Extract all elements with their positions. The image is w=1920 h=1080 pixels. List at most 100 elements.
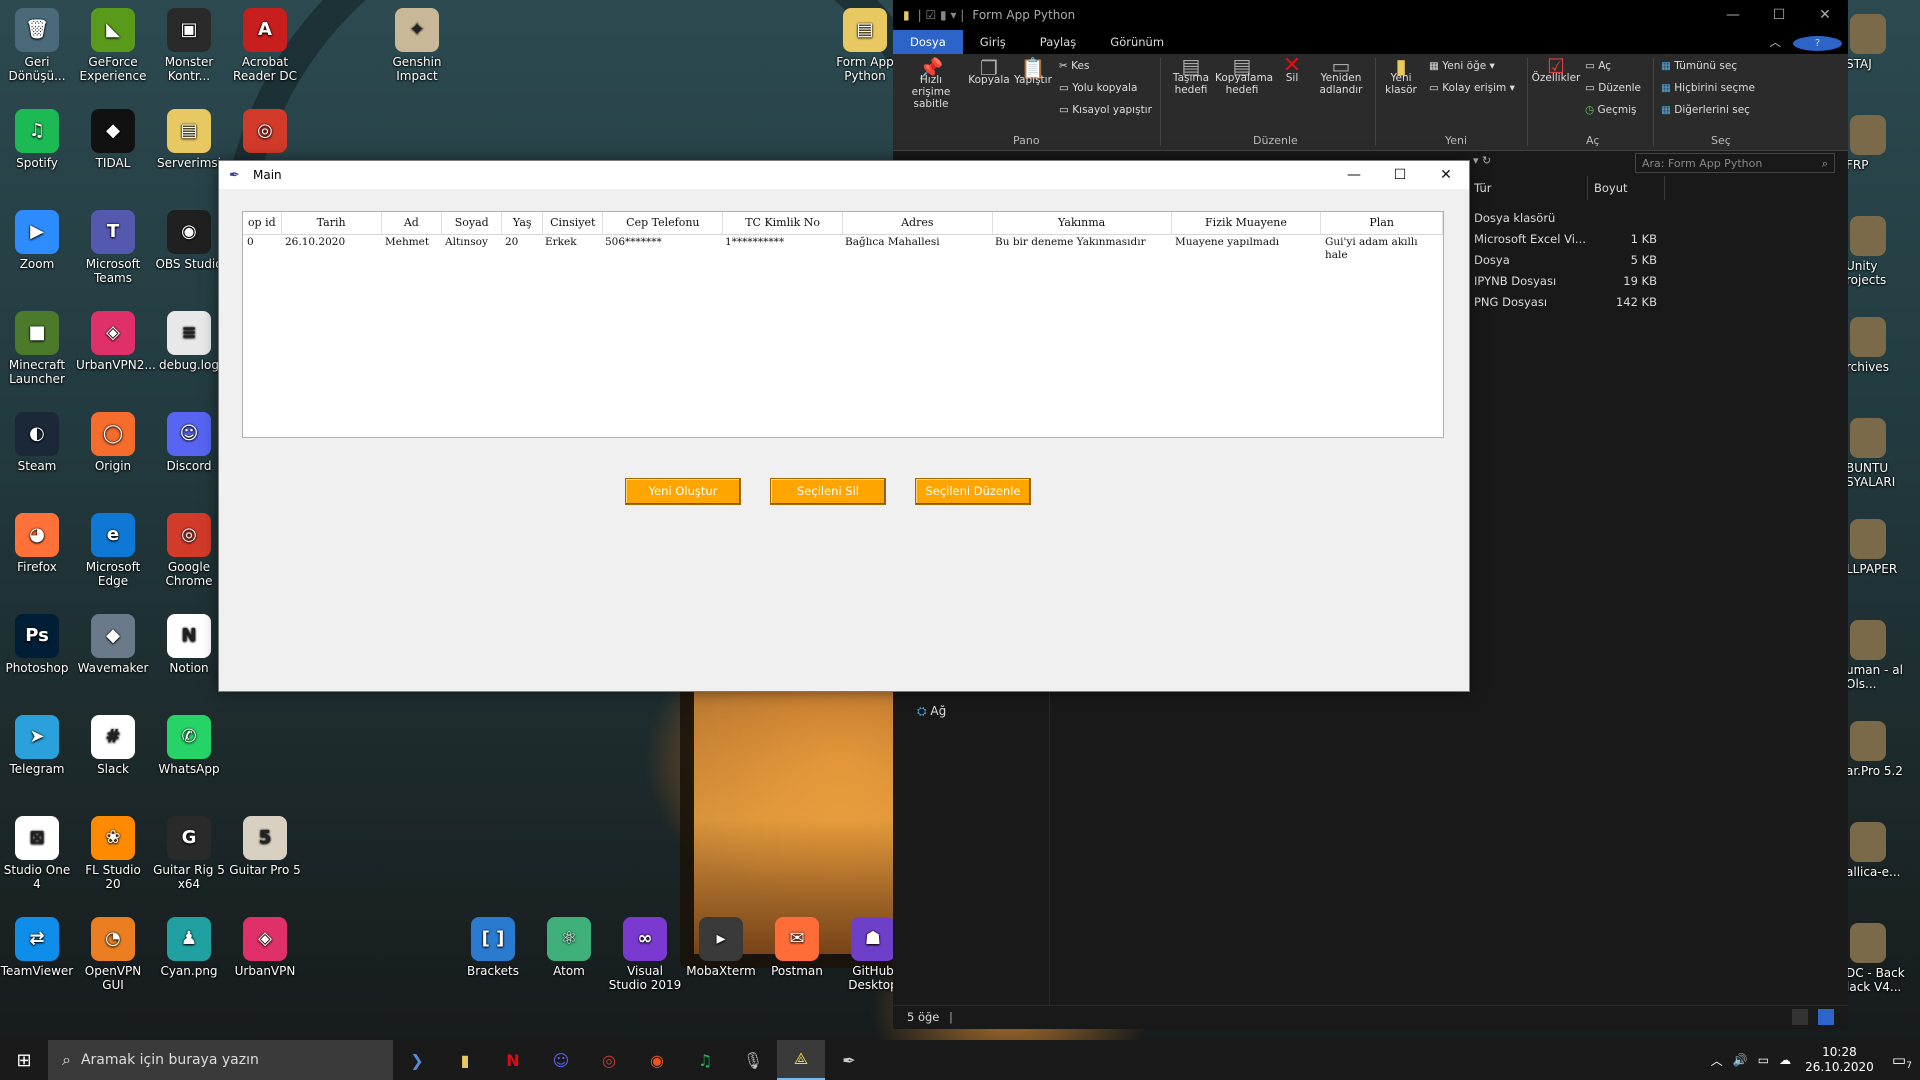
treeview-column-header[interactable]: Yaş: [502, 212, 544, 234]
desktop-icon[interactable]: ♟ Cyan.png: [152, 917, 226, 978]
desktop-icon[interactable]: Unity rojects: [1846, 216, 1920, 287]
tab-home[interactable]: Giriş: [963, 30, 1023, 54]
desktop-icon[interactable]: G Guitar Rig 5 x64: [152, 816, 226, 891]
desktop-icon[interactable]: ∞ Visual Studio 2019: [608, 917, 682, 992]
file-row[interactable]: Dosya klasörü: [1468, 208, 1848, 229]
address-dropdown[interactable]: ▾ ↻: [1473, 154, 1523, 167]
nav-item-network[interactable]: ⛭ Ağ: [917, 704, 946, 719]
desktop-icon[interactable]: STAJ: [1846, 14, 1920, 71]
desktop-icon[interactable]: ◕ Firefox: [0, 513, 74, 574]
desktop-icon[interactable]: ✦ Genshin Impact: [380, 8, 454, 83]
treeview-column-header[interactable]: Adres: [843, 212, 993, 234]
desktop-icon[interactable]: T Microsoft Teams: [76, 210, 150, 285]
select-none-button[interactable]: ▦ Hiçbirini seçme: [1661, 82, 1755, 94]
desktop-icon[interactable]: ar.Pro 5.2: [1846, 721, 1920, 778]
file-row[interactable]: PNG Dosyası 142 KB: [1468, 292, 1848, 313]
history-button[interactable]: ◷ Geçmiş: [1585, 104, 1637, 116]
desktop-icon[interactable]: ⇄ TeamViewer: [0, 917, 74, 978]
desktop-icon[interactable]: ◈ UrbanVPN2...: [76, 311, 156, 372]
network-icon[interactable]: ▭: [1758, 1053, 1769, 1067]
copy-button[interactable]: ❐ Kopyala: [967, 58, 1011, 86]
desktop-icon[interactable]: N Notion: [152, 614, 226, 675]
desktop-icon[interactable]: DC - Back lack V4...: [1846, 923, 1920, 994]
copy-path-button[interactable]: ▭ Yolu kopyala: [1059, 82, 1137, 94]
quick-access-toolbar[interactable]: | ☑ ▮ ▾ |: [918, 8, 965, 22]
desktop-icon[interactable]: ▸ MobaXterm: [684, 917, 758, 978]
notification-icon[interactable]: ▭ 7: [1892, 1051, 1912, 1071]
treeview-column-header[interactable]: Tarih: [282, 212, 382, 234]
edit-button[interactable]: ▭ Düzenle: [1585, 82, 1641, 94]
search-input[interactable]: Ara: Form App Python ⌕: [1635, 153, 1835, 173]
taskbar-search[interactable]: ⌕ Aramak için buraya yazın: [48, 1040, 393, 1080]
tab-view[interactable]: Görünüm: [1093, 30, 1181, 54]
treeview-column-header[interactable]: Cep Telefonu: [603, 212, 724, 234]
desktop-icon[interactable]: ▤ Form App Python: [828, 8, 902, 83]
invert-selection-button[interactable]: ▦ Diğerlerini seç: [1661, 104, 1750, 116]
desktop-icon[interactable]: ➤ Telegram: [0, 715, 74, 776]
delete-button[interactable]: ✕ Sil: [1275, 55, 1309, 85]
column-size[interactable]: Boyut: [1588, 176, 1665, 200]
desktop-icon[interactable]: ⚛ Atom: [532, 917, 606, 978]
desktop-icon[interactable]: LLPAPER: [1846, 519, 1920, 576]
rename-button[interactable]: ▭ Yeniden adlandır: [1313, 56, 1369, 96]
details-view-icon[interactable]: [1792, 1009, 1808, 1025]
desktop-icon[interactable]: ◈ UrbanVPN: [228, 917, 302, 978]
spotify-icon[interactable]: ♫: [681, 1040, 729, 1080]
records-treeview[interactable]: op id Tarih Ad Soyad Yaş Cinsiyet Cep Telefonu…: [242, 211, 1444, 438]
properties-button[interactable]: ☑ Özellikler: [1529, 56, 1583, 84]
desktop-icon[interactable]: allica-e...: [1846, 822, 1920, 879]
desktop-icon[interactable]: ◉ OBS Studio: [152, 210, 226, 271]
windows-start-icon[interactable]: ⊞: [0, 1040, 48, 1080]
ubuntu-icon[interactable]: ◉: [633, 1040, 681, 1080]
pin-quick-access-button[interactable]: 📌 Hızlı erişime sabitle: [899, 58, 963, 110]
maximize-icon[interactable]: ☐: [1377, 161, 1423, 189]
desktop-icon[interactable]: ◔ OpenVPN GUI: [76, 917, 150, 992]
paste-button[interactable]: 📋 Yapıştır: [1011, 58, 1055, 86]
treeview-column-header[interactable]: Plan: [1321, 212, 1443, 234]
desktop-icon[interactable]: ≡ debug.log: [152, 311, 226, 372]
treeview-column-header[interactable]: Cinsiyet: [543, 212, 604, 234]
desktop-icon[interactable]: A Acrobat Reader DC: [228, 8, 302, 83]
treeview-column-header[interactable]: Fizik Muayene: [1172, 212, 1322, 234]
close-icon[interactable]: ✕: [1423, 161, 1469, 189]
desktop-icon[interactable]: ♫ Spotify: [0, 109, 74, 170]
chrome-icon[interactable]: ◎: [585, 1040, 633, 1080]
desktop-icon[interactable]: # Slack: [76, 715, 150, 776]
treeview-column-header[interactable]: Yakınma: [993, 212, 1172, 234]
desktop-icon[interactable]: uman - al Ols...: [1846, 620, 1920, 691]
maximize-icon[interactable]: ☐: [1756, 1, 1802, 29]
table-row[interactable]: 0 26.10.2020 Mehmet Altınsoy 20 Erkek 506*****…: [243, 235, 1443, 263]
treeview-column-header[interactable]: TC Kimlik No: [723, 212, 844, 234]
desktop-icon[interactable]: ▣ Monster Kontr...: [152, 8, 226, 83]
desktop-icon[interactable]: ▤ Serverimsi: [152, 109, 226, 170]
new-record-button[interactable]: Yeni Oluştur: [625, 478, 741, 505]
minimize-icon[interactable]: —: [1710, 1, 1756, 29]
clock[interactable]: 10:28 26.10.2020: [1805, 1045, 1874, 1075]
desktop-icon[interactable]: ❀ FL Studio 20: [76, 816, 150, 891]
desktop-icon[interactable]: ◆ Wavemaker: [76, 614, 150, 675]
cut-button[interactable]: ✂ Kes: [1059, 60, 1089, 72]
desktop-icon[interactable]: ◆ TIDAL: [76, 109, 150, 170]
desktop-icon[interactable]: rchives: [1846, 317, 1920, 374]
discord-icon[interactable]: ☺: [537, 1040, 585, 1080]
powershell-icon[interactable]: ❯: [393, 1040, 441, 1080]
delete-selected-button[interactable]: Seçileni Sil: [770, 478, 886, 505]
desktop-icon[interactable]: Ps Photoshop: [0, 614, 74, 675]
easy-access-button[interactable]: ▭ Kolay erişim ▾: [1429, 82, 1515, 94]
file-row[interactable]: Dosya 5 KB: [1468, 250, 1848, 271]
desktop-icon[interactable]: ◯ Origin: [76, 412, 150, 473]
collapse-ribbon-icon[interactable]: ︿: [1764, 30, 1788, 54]
desktop-icon[interactable]: 🗑 Geri Dönüşü...: [0, 8, 74, 83]
edit-selected-button[interactable]: Seçileni Düzenle: [915, 478, 1031, 505]
desktop-icon[interactable]: ⊠ Studio One 4: [0, 816, 74, 891]
file-row[interactable]: Microsoft Excel Vi... 1 KB: [1468, 229, 1848, 250]
netflix-icon[interactable]: N: [489, 1040, 537, 1080]
treeview-column-header[interactable]: Soyad: [442, 212, 503, 234]
speaker-icon[interactable]: 🔊: [1733, 1053, 1748, 1067]
desktop-icon[interactable]: ☺ Discord: [152, 412, 226, 473]
tab-file[interactable]: Dosya: [893, 30, 963, 54]
file-row[interactable]: IPYNB Dosyası 19 KB: [1468, 271, 1848, 292]
help-icon[interactable]: ?: [1787, 30, 1848, 54]
close-icon[interactable]: ✕: [1802, 1, 1848, 29]
python-icon[interactable]: ⟁: [777, 1040, 825, 1080]
